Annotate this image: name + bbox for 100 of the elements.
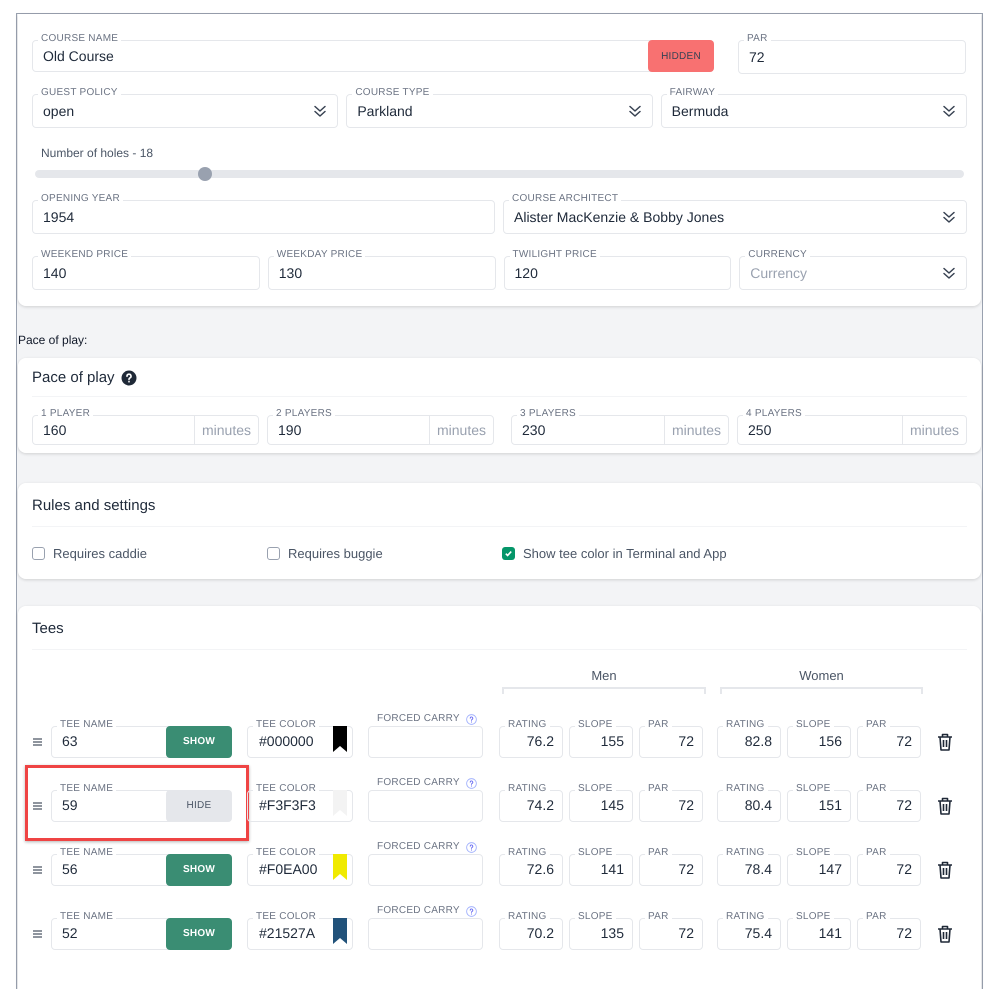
forced-carry-field[interactable] xyxy=(368,918,483,950)
duration-field[interactable]: 230 minutes xyxy=(511,415,729,445)
slider-label: Number of holes - 18 xyxy=(41,146,154,160)
number-field[interactable]: 76.2 xyxy=(499,726,563,758)
checkbox[interactable] xyxy=(267,547,280,560)
slider-thumb[interactable] xyxy=(198,167,212,181)
field-label: SLOPE xyxy=(575,846,616,858)
field-label: SLOPE xyxy=(575,782,616,794)
visibility-button[interactable]: SHOW xyxy=(166,726,232,758)
holes-slider[interactable] xyxy=(35,170,964,178)
select-field[interactable]: Bermuda xyxy=(660,94,967,128)
number-field[interactable]: 70.2 xyxy=(499,918,563,950)
field-label: RATING xyxy=(723,846,768,858)
unit-label: minutes xyxy=(664,416,728,444)
number-field[interactable]: 151 xyxy=(787,790,851,822)
number-field[interactable]: 74.2 xyxy=(499,790,563,822)
field-label: FORCED CARRY xyxy=(376,840,461,852)
text-field[interactable]: 130 xyxy=(268,256,496,290)
field-label: SLOPE xyxy=(575,718,616,730)
duration-field[interactable]: 250 minutes xyxy=(737,415,967,445)
tee-name-field[interactable]: 59 HIDE xyxy=(51,790,232,822)
forced-carry-field[interactable] xyxy=(368,790,483,822)
number-field[interactable]: 72 xyxy=(639,918,703,950)
help-icon xyxy=(466,778,477,788)
number-field[interactable]: 135 xyxy=(569,918,633,950)
field-label: TEE COLOR xyxy=(253,718,320,730)
checkbox-label: Requires buggie xyxy=(288,545,383,563)
field-label: RATING xyxy=(505,910,550,922)
trash-icon[interactable] xyxy=(937,796,953,814)
field-label: RATING xyxy=(723,782,768,794)
number-field[interactable]: 72 xyxy=(639,726,703,758)
checkbox[interactable] xyxy=(502,547,515,560)
drag-handle-icon[interactable] xyxy=(33,738,42,746)
tee-color-field[interactable]: #F3F3F3 xyxy=(247,790,353,822)
field-label: RATING xyxy=(723,910,768,922)
select-field[interactable]: Alister MacKenzie & Bobby Jones xyxy=(503,200,967,234)
duration-field[interactable]: 160 minutes xyxy=(32,415,259,445)
field-label: RATING xyxy=(505,718,550,730)
checkbox-label: Show tee color in Terminal and App xyxy=(523,545,727,563)
chevron-down-icon xyxy=(942,104,956,118)
forced-carry-field[interactable] xyxy=(368,854,483,886)
field-label: RATING xyxy=(723,718,768,730)
number-field[interactable]: 80.4 xyxy=(717,790,781,822)
visibility-button[interactable]: HIDE xyxy=(166,790,232,822)
field-label: SLOPE xyxy=(793,910,834,922)
checkbox[interactable] xyxy=(32,547,45,560)
tee-color-field[interactable]: #21527A xyxy=(247,918,353,950)
number-field[interactable]: 75.4 xyxy=(717,918,781,950)
par-field[interactable]: 72 xyxy=(738,40,966,74)
select-field[interactable]: open xyxy=(32,94,338,128)
number-field[interactable]: 72 xyxy=(639,790,703,822)
text-field[interactable]: 1954 xyxy=(32,200,495,234)
tee-color-field[interactable]: #000000 xyxy=(247,726,353,758)
duration-field[interactable]: 190 minutes xyxy=(267,415,494,445)
checkbox-label: Requires caddie xyxy=(53,545,147,563)
drag-handle-icon[interactable] xyxy=(33,802,42,810)
field-label: SLOPE xyxy=(793,846,834,858)
unit-label: minutes xyxy=(902,416,966,444)
tee-color-field[interactable]: #F0EA00 xyxy=(247,854,353,886)
number-field[interactable]: 72 xyxy=(857,726,921,758)
trash-icon[interactable] xyxy=(937,924,953,942)
number-field[interactable]: 82.8 xyxy=(717,726,781,758)
number-field[interactable]: 141 xyxy=(569,854,633,886)
field-label: FORCED CARRY xyxy=(376,712,461,724)
field-label: RATING xyxy=(505,846,550,858)
text-field[interactable]: 140 xyxy=(32,256,260,290)
forced-carry-field[interactable] xyxy=(368,726,483,758)
field-label: FORCED CARRY xyxy=(376,776,461,788)
number-field[interactable]: 141 xyxy=(787,918,851,950)
number-field[interactable]: 145 xyxy=(569,790,633,822)
number-field[interactable]: 72.6 xyxy=(499,854,563,886)
number-field[interactable]: 72 xyxy=(857,918,921,950)
course-name-field[interactable]: Old Course HIDDEN xyxy=(32,40,714,72)
tee-name-field[interactable]: 63 SHOW xyxy=(51,726,232,758)
trash-icon[interactable] xyxy=(937,860,953,878)
card-title: Tees xyxy=(32,620,64,636)
number-field[interactable]: 78.4 xyxy=(717,854,781,886)
field-label: SLOPE xyxy=(793,718,834,730)
group-heading: Women xyxy=(799,668,844,684)
tee-name-field[interactable]: 52 SHOW xyxy=(51,918,232,950)
number-field[interactable]: 72 xyxy=(857,790,921,822)
card-title: Rules and settings xyxy=(32,497,156,514)
text-field[interactable]: 120 xyxy=(504,256,732,290)
field-label: TEE COLOR xyxy=(253,846,320,858)
group-heading: Men xyxy=(591,668,617,684)
help-icon xyxy=(466,906,477,916)
number-field[interactable]: 155 xyxy=(569,726,633,758)
drag-handle-icon[interactable] xyxy=(33,866,42,874)
visibility-button[interactable]: SHOW xyxy=(166,854,232,886)
trash-icon[interactable] xyxy=(937,732,953,750)
drag-handle-icon[interactable] xyxy=(33,930,42,938)
visibility-button[interactable]: SHOW xyxy=(166,918,232,950)
number-field[interactable]: 72 xyxy=(857,854,921,886)
number-field[interactable]: 156 xyxy=(787,726,851,758)
help-icon xyxy=(466,842,477,852)
number-field[interactable]: 72 xyxy=(639,854,703,886)
visibility-button[interactable]: HIDDEN xyxy=(648,40,714,72)
number-field[interactable]: 147 xyxy=(787,854,851,886)
tee-name-field[interactable]: 56 SHOW xyxy=(51,854,232,886)
select-field[interactable]: Parkland xyxy=(346,94,653,128)
